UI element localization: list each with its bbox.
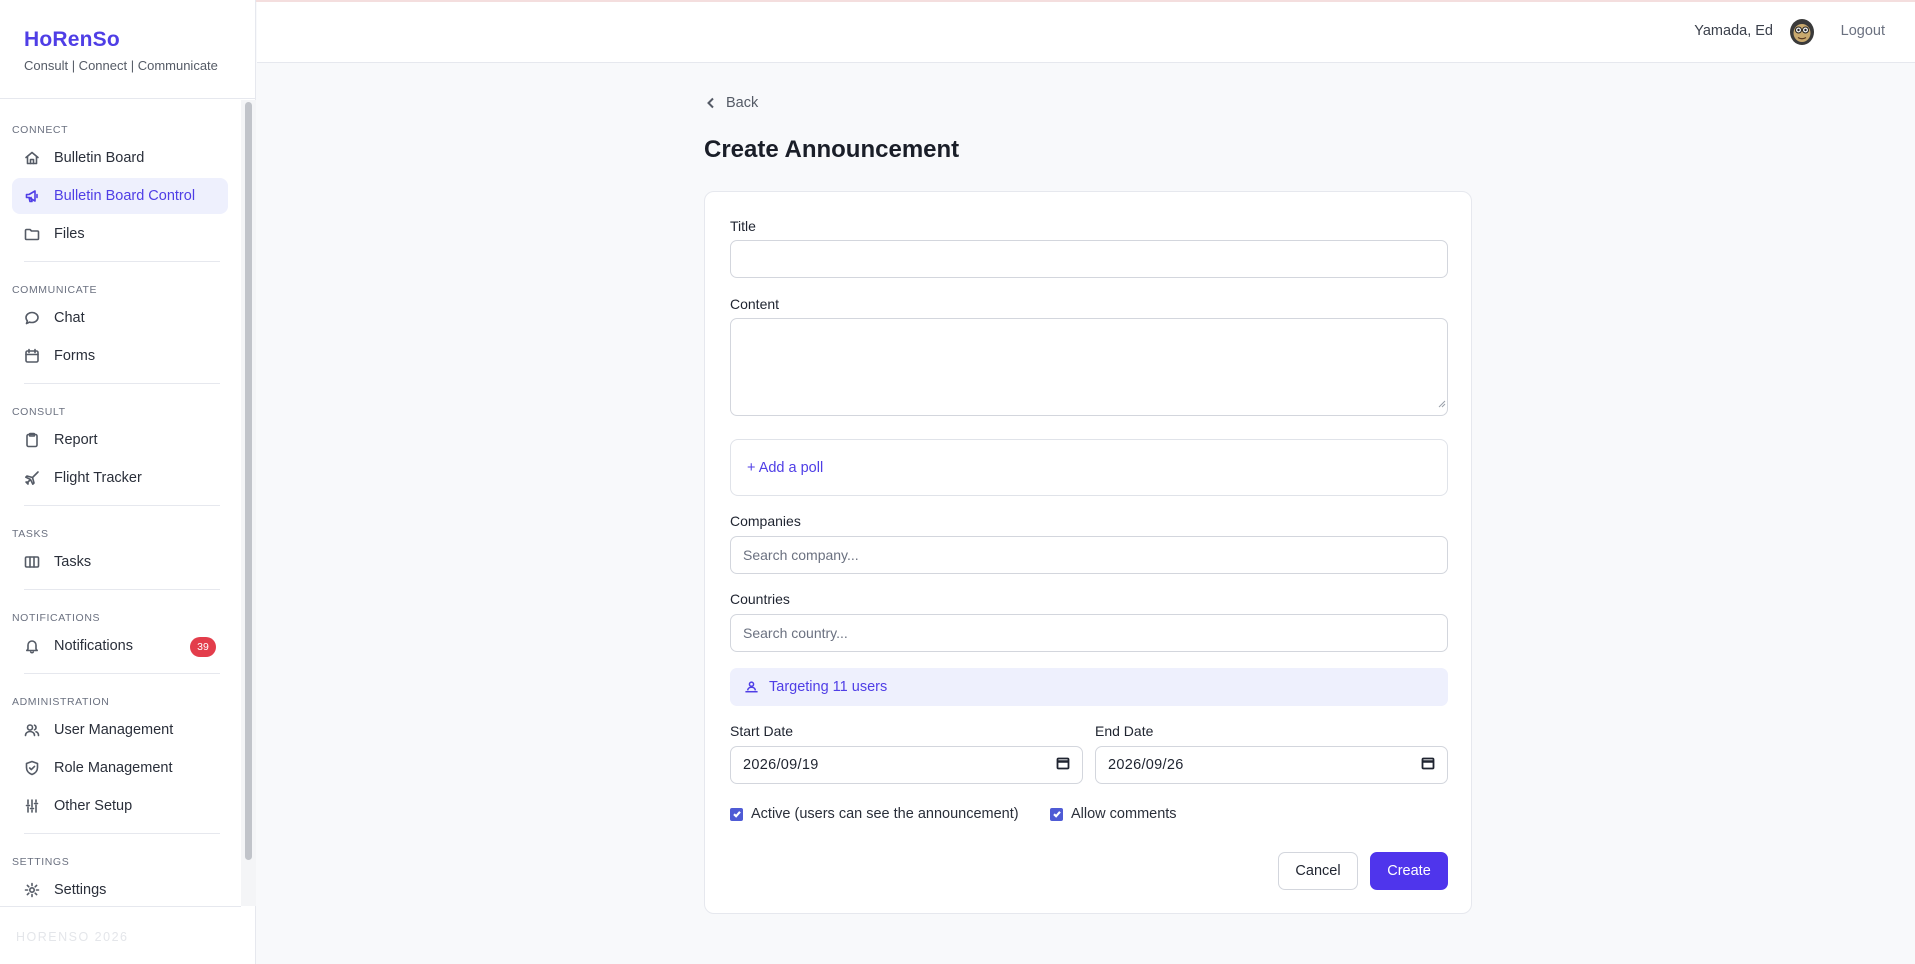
sidebar-item-label: User Management xyxy=(54,722,174,738)
brand: HoRenSo Consult | Connect | Communicate xyxy=(0,0,255,99)
home-icon xyxy=(24,150,40,166)
section-label-administration: Administration xyxy=(12,696,110,708)
sidebar-item-bulletin-board[interactable]: Bulletin Board xyxy=(12,140,228,176)
sidebar-item-label: Forms xyxy=(54,348,96,364)
plane-icon xyxy=(24,470,40,486)
sidebar-item-files[interactable]: Files xyxy=(12,216,228,252)
end-date-input[interactable]: 2026/09/26 xyxy=(1095,746,1448,784)
active-checkbox[interactable]: Active (users can see the announcement) xyxy=(730,806,1019,822)
sidebar-item-role-management[interactable]: Role Management xyxy=(12,750,228,786)
sidebar-nav: Connect Bulletin Board Bulletin Board Co… xyxy=(0,100,240,906)
chat-bubble-icon xyxy=(24,310,40,326)
announcement-form: Title Content + Add a poll Companies Cou… xyxy=(704,191,1472,914)
sidebar-item-label: Flight Tracker xyxy=(54,470,142,486)
gear-icon xyxy=(24,882,40,898)
sidebar-item-bulletin-board-control[interactable]: Bulletin Board Control xyxy=(12,178,228,214)
title-input[interactable] xyxy=(730,240,1448,278)
sliders-icon xyxy=(24,798,40,814)
countries-label: Countries xyxy=(730,591,790,607)
sidebar-item-user-management[interactable]: User Management xyxy=(12,712,228,748)
sidebar-item-label: Settings xyxy=(54,882,107,898)
users-icon xyxy=(24,722,40,738)
brand-subtitle: Consult | Connect | Communicate xyxy=(24,58,218,73)
sidebar-item-label: Tasks xyxy=(54,554,92,570)
chevron-left-icon xyxy=(707,97,714,109)
targeting-text: Targeting 11 users xyxy=(769,679,888,695)
countries-search-input[interactable] xyxy=(730,614,1448,652)
divider xyxy=(0,906,241,907)
sidebar-item-other-setup[interactable]: Other Setup xyxy=(12,788,228,824)
section-label-settings: Settings xyxy=(12,856,70,868)
users-target-icon xyxy=(745,680,758,692)
back-label: Back xyxy=(726,95,759,111)
clipboard-icon xyxy=(24,432,40,448)
sidebar-item-label: Chat xyxy=(54,310,85,326)
sidebar-item-flight-tracker[interactable]: Flight Tracker xyxy=(12,460,228,496)
start-date-value: 2026/09/19 xyxy=(743,757,819,773)
footer-brand: HORENSO 2026 xyxy=(16,930,129,944)
sidebar-item-label: Bulletin Board Control xyxy=(54,188,196,204)
sidebar-item-label: Report xyxy=(54,432,98,448)
brand-title[interactable]: HoRenSo xyxy=(24,28,231,52)
section-label-communicate: Communicate xyxy=(12,284,98,296)
sidebar-item-notifications[interactable]: Notifications 39 xyxy=(12,628,228,664)
checkbox-checked-icon xyxy=(1050,807,1063,821)
section-label-consult: Consult xyxy=(12,406,66,418)
columns-icon xyxy=(24,554,40,570)
page-title: Create Announcement xyxy=(704,136,960,163)
cancel-button[interactable]: Cancel xyxy=(1278,852,1358,890)
section-label-notifications: Notifications xyxy=(12,612,101,624)
sidebar-item-report[interactable]: Report xyxy=(12,422,228,458)
back-link[interactable]: Back xyxy=(704,95,758,111)
user-name[interactable]: Yamada, Ed xyxy=(1694,23,1773,39)
folder-icon xyxy=(24,226,40,242)
content-label: Content xyxy=(730,296,780,312)
sidebar-item-chat[interactable]: Chat xyxy=(12,300,228,336)
poll-section: + Add a poll xyxy=(730,439,1448,496)
sidebar-item-settings[interactable]: Settings xyxy=(12,872,228,906)
start-date-label: Start Date xyxy=(730,723,794,739)
start-date-input[interactable]: 2026/09/19 xyxy=(730,746,1083,784)
companies-search-input[interactable] xyxy=(730,536,1448,574)
allow-comments-label: Allow comments xyxy=(1071,806,1177,822)
logout-link[interactable]: Logout xyxy=(1841,23,1885,39)
bell-icon xyxy=(24,638,40,654)
avatar[interactable] xyxy=(1787,16,1817,46)
sidebar-item-forms[interactable]: Forms xyxy=(12,338,228,374)
resize-grip-icon[interactable] xyxy=(1438,400,1446,408)
megaphone-icon xyxy=(24,188,40,204)
content-textarea[interactable] xyxy=(730,318,1448,416)
sidebar-item-label: Notifications xyxy=(54,638,133,654)
top-header: Yamada, Ed Logout xyxy=(257,2,1915,63)
sidebar-scrollbar-thumb[interactable] xyxy=(245,102,252,860)
title-label: Title xyxy=(730,218,756,234)
active-checkbox-label: Active (users can see the announcement) xyxy=(751,806,1019,822)
section-label-connect: Connect xyxy=(12,124,69,136)
section-label-tasks: Tasks xyxy=(12,528,49,540)
end-date-value: 2026/09/26 xyxy=(1108,757,1184,773)
targeting-info-banner: Targeting 11 users xyxy=(730,668,1448,706)
notification-count-badge: 39 xyxy=(190,637,216,657)
create-button[interactable]: Create xyxy=(1370,852,1448,890)
sidebar-item-tasks[interactable]: Tasks xyxy=(12,544,228,580)
allow-comments-checkbox[interactable]: Allow comments xyxy=(1050,806,1177,822)
calendar-icon[interactable] xyxy=(1056,756,1070,775)
shield-icon xyxy=(24,760,40,776)
sidebar-item-label: Other Setup xyxy=(54,798,133,814)
end-date-label: End Date xyxy=(1095,723,1154,739)
add-poll-button[interactable]: + Add a poll xyxy=(747,460,823,476)
calendar-icon[interactable] xyxy=(1421,756,1435,775)
sidebar-item-label: Role Management xyxy=(54,760,173,776)
calendar-icon xyxy=(24,348,40,364)
sidebar-item-label: Files xyxy=(54,226,85,242)
sidebar-item-label: Bulletin Board xyxy=(54,150,145,166)
sidebar: HoRenSo Consult | Connect | Communicate … xyxy=(0,0,256,964)
companies-label: Companies xyxy=(730,513,801,529)
checkbox-checked-icon xyxy=(730,807,743,821)
